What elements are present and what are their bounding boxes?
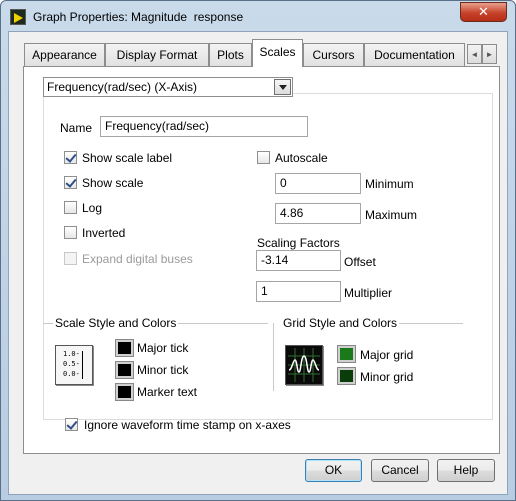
title-bar[interactable]: Graph Properties: Magnitude response ✕ bbox=[1, 1, 515, 31]
cancel-button[interactable]: Cancel bbox=[371, 459, 429, 482]
scale-style-icon[interactable]: 1.0- 0.5- 0.0- bbox=[55, 345, 93, 385]
major-grid-color-swatch[interactable] bbox=[337, 345, 356, 363]
minimum-field[interactable]: 0 bbox=[275, 173, 361, 194]
autoscale-checkbox[interactable] bbox=[257, 151, 270, 164]
multiplier-label: Multiplier bbox=[344, 286, 393, 300]
inverted-checkbox[interactable] bbox=[64, 226, 77, 239]
minor-grid-color-swatch[interactable] bbox=[337, 367, 356, 385]
ignore-timestamp-label: Ignore waveform time stamp on x-axes bbox=[84, 418, 291, 432]
minor-tick-color-swatch[interactable] bbox=[115, 361, 134, 379]
marker-text-label: Marker text bbox=[137, 385, 198, 399]
grid-style-title: Grid Style and Colors bbox=[281, 316, 400, 330]
axis-select-value: Frequency(rad/sec) (X-Axis) bbox=[47, 80, 198, 94]
log-label: Log bbox=[82, 201, 103, 215]
maximum-label: Maximum bbox=[365, 208, 418, 222]
grid-waveform-icon bbox=[287, 347, 321, 383]
tab-scroll-left-icon[interactable]: ◄ bbox=[467, 44, 482, 64]
inverted-label: Inverted bbox=[82, 226, 126, 240]
name-field[interactable]: Frequency(rad/sec) bbox=[100, 116, 308, 137]
chevron-down-icon[interactable] bbox=[274, 79, 291, 95]
marker-text-color-swatch[interactable] bbox=[115, 383, 134, 401]
grid-style-icon[interactable] bbox=[285, 345, 323, 385]
dialog-window: Graph Properties: Magnitude response ✕ A… bbox=[0, 0, 516, 501]
minor-grid-label: Minor grid bbox=[360, 370, 414, 384]
major-tick-color-swatch[interactable] bbox=[115, 339, 134, 357]
show-scale-label-checkbox[interactable] bbox=[64, 151, 77, 164]
tab-scales[interactable]: Scales bbox=[252, 39, 303, 67]
scale-style-title: Scale Style and Colors bbox=[53, 316, 179, 330]
help-button[interactable]: Help bbox=[437, 459, 495, 482]
labview-app-icon bbox=[10, 9, 26, 25]
ok-button[interactable]: OK bbox=[305, 459, 362, 482]
major-tick-label: Major tick bbox=[137, 341, 189, 355]
scale-tick-label: 1.0- bbox=[63, 350, 80, 358]
show-scale-label: Show scale bbox=[82, 176, 144, 190]
log-checkbox[interactable] bbox=[64, 201, 77, 214]
tab-documentation[interactable]: Documentation bbox=[364, 43, 465, 66]
name-label: Name bbox=[60, 121, 93, 135]
major-grid-label: Major grid bbox=[360, 348, 414, 362]
tab-plots[interactable]: Plots bbox=[209, 43, 252, 66]
tab-scroll-right-icon[interactable]: ► bbox=[482, 44, 497, 64]
scale-tick-label: 0.0- bbox=[63, 370, 80, 378]
minor-tick-label: Minor tick bbox=[137, 363, 189, 377]
axis-select[interactable]: Frequency(rad/sec) (X-Axis) bbox=[43, 77, 293, 97]
window-title: Graph Properties: Magnitude response bbox=[33, 10, 244, 24]
close-button[interactable]: ✕ bbox=[460, 2, 507, 22]
tab-display-format[interactable]: Display Format bbox=[105, 43, 209, 66]
tab-cursors[interactable]: Cursors bbox=[303, 43, 364, 66]
expand-digital-buses-checkbox bbox=[64, 252, 77, 265]
scale-tick-label: 0.5- bbox=[63, 360, 80, 368]
offset-field[interactable]: -3.14 bbox=[256, 250, 341, 271]
dialog-client: Appearance Display Format Plots Scales C… bbox=[8, 31, 508, 495]
multiplier-field[interactable]: 1 bbox=[256, 281, 341, 302]
scaling-factors-title: Scaling Factors bbox=[257, 236, 340, 250]
scale-axis-line bbox=[82, 351, 83, 379]
expand-digital-buses-label: Expand digital buses bbox=[82, 252, 193, 266]
autoscale-label: Autoscale bbox=[275, 151, 328, 165]
offset-label: Offset bbox=[344, 255, 376, 269]
show-scale-label-label: Show scale label bbox=[82, 151, 173, 165]
minimum-label: Minimum bbox=[365, 177, 414, 191]
tab-appearance[interactable]: Appearance bbox=[24, 43, 105, 66]
ignore-timestamp-checkbox[interactable] bbox=[65, 418, 78, 431]
show-scale-checkbox[interactable] bbox=[64, 176, 77, 189]
maximum-field[interactable]: 4.86 bbox=[275, 203, 361, 224]
section-divider bbox=[273, 323, 274, 391]
